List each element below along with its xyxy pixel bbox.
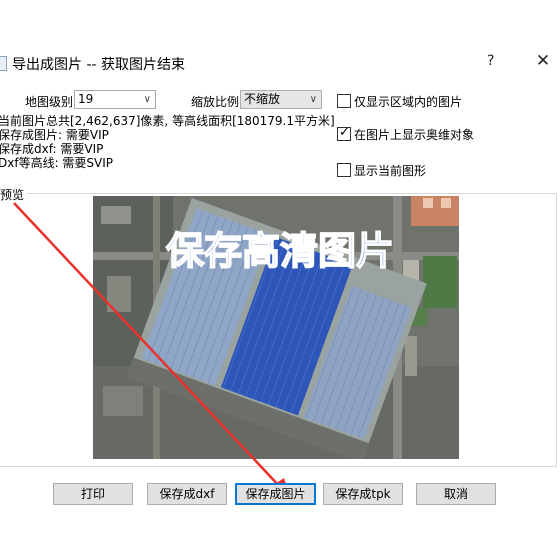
- map-level-label: 地图级别: [25, 95, 74, 109]
- scale-value: 不缩放: [244, 92, 281, 106]
- save-dxf-button[interactable]: 保存成dxf: [147, 483, 227, 505]
- help-button[interactable]: ?: [487, 53, 494, 69]
- app-icon: [0, 56, 7, 71]
- preview-image: 保存高清图片: [93, 196, 459, 459]
- scale-label: 缩放比例: [191, 95, 240, 109]
- checkbox-box[interactable]: ✓: [337, 125, 351, 141]
- checkbox-box[interactable]: [337, 94, 351, 108]
- print-button[interactable]: 打印: [53, 483, 133, 505]
- map-level-select[interactable]: 19 ∨: [74, 90, 156, 109]
- title-bar: 导出成图片 -- 获取图片结束 ? ✕: [0, 48, 560, 78]
- show-objects-label: 在图片上显示奥维对象: [354, 128, 475, 142]
- checkmark-icon: ✓: [339, 125, 350, 140]
- scale-select[interactable]: 不缩放 ∨: [240, 90, 322, 109]
- map-level-value: 19: [78, 92, 94, 106]
- svip-contour-text: Dxf等高线: 需要SVIP: [0, 156, 114, 170]
- preview-watermark: 保存高清图片: [165, 228, 395, 274]
- window-title: 导出成图片 -- 获取图片结束: [12, 57, 186, 73]
- cancel-button[interactable]: 取消: [416, 483, 496, 505]
- chevron-down-icon: ∨: [309, 94, 317, 105]
- chevron-down-icon: ∨: [143, 94, 151, 105]
- only-region-label: 仅显示区域内的图片: [354, 95, 463, 109]
- checkbox-box[interactable]: [337, 163, 351, 177]
- close-button[interactable]: ✕: [533, 51, 553, 71]
- save-tpk-button[interactable]: 保存成tpk: [323, 483, 403, 505]
- show-shape-label: 显示当前图形: [354, 164, 427, 178]
- save-image-button[interactable]: 保存成图片: [235, 483, 316, 505]
- preview-legend: 预览: [0, 186, 28, 203]
